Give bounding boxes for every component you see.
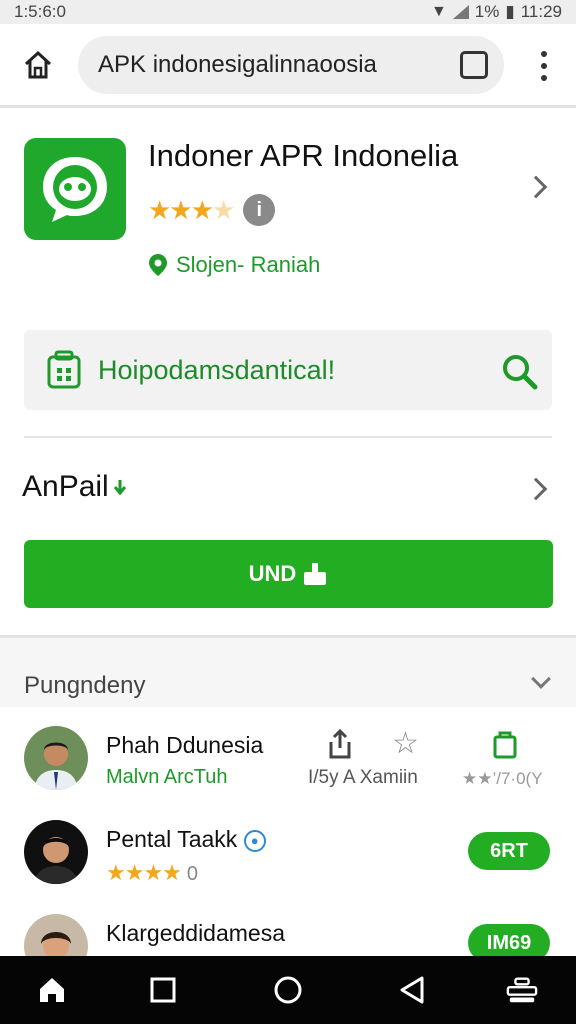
app-location: Slojen- Raniah: [148, 252, 320, 278]
status-icons: ▼ 1% ▮ 11:29: [431, 2, 562, 22]
install-button[interactable]: UND: [24, 540, 553, 608]
nav-recents-button[interactable]: [147, 974, 179, 1006]
bag-icon[interactable]: [492, 728, 518, 760]
menu-dot: [541, 63, 547, 69]
browser-toolbar: APK indonesigalinnaoosia: [0, 24, 576, 108]
status-bar: 1:5:6:0 ▼ 1% ▮ 11:29: [0, 0, 576, 24]
search-icon[interactable]: [500, 352, 538, 390]
url-text: APK indonesigalinnaoosia: [98, 51, 377, 78]
item-star-glyphs: ★★★★: [106, 860, 182, 885]
person-avatar-icon: [24, 820, 88, 884]
menu-dot: [541, 51, 547, 57]
related-title: Pungndeny: [24, 672, 146, 699]
star-outline-icon[interactable]: ☆: [392, 726, 419, 761]
signal-icon: [452, 5, 469, 19]
menu-dot: [541, 75, 547, 81]
keyboard-icon: [506, 977, 538, 1003]
home-icon: [24, 50, 52, 78]
item-name: Pental Taakk ●: [106, 826, 266, 853]
home-button[interactable]: [20, 47, 56, 83]
section-chevron-right-icon[interactable]: [524, 477, 548, 501]
battery-text: 1%: [474, 2, 500, 21]
search-text: Hoipodamsdantical!: [98, 354, 336, 385]
item-name-text: Pental Taakk: [106, 826, 238, 852]
item-stars: ★★★★ 0: [106, 860, 198, 886]
app-rating: ★★★★ i: [148, 194, 276, 226]
circle-icon: [274, 976, 302, 1004]
app-title: Indoner APR Indonelia: [148, 138, 459, 173]
overflow-menu-button[interactable]: [536, 48, 552, 84]
item-rating-count: 0: [186, 863, 198, 885]
calendar-icon: [47, 350, 81, 389]
chat-bubble-icon: [43, 157, 107, 222]
nav-home-button[interactable]: [36, 974, 68, 1006]
battery-icon: ▮: [505, 2, 515, 21]
back-triangle-icon: [400, 976, 424, 1004]
share-icon[interactable]: [326, 728, 354, 760]
person-avatar-icon: [24, 726, 88, 790]
nav-circle-button[interactable]: [272, 974, 304, 1006]
verified-icon: ●: [243, 829, 266, 852]
app-store-screen: 1:5:6:0 ▼ 1% ▮ 11:29 APK indonesigalinna…: [0, 0, 576, 1024]
item-subtitle: Malvn ArcTuh: [106, 766, 228, 788]
item-name: Klargeddidamesa: [106, 920, 286, 946]
item-action-label: I/5y A Xamiin: [308, 767, 418, 788]
star-rating: ★★★★: [148, 194, 235, 225]
install-label: UND: [248, 561, 297, 586]
status-time-left: 1:5:6:0: [14, 2, 66, 21]
upload-icon: [304, 563, 327, 585]
location-pin-icon: [149, 254, 167, 276]
section-title: AnPail: [22, 470, 109, 503]
location-text: Slojen- Raniah: [176, 252, 321, 277]
square-icon: [150, 977, 176, 1003]
nav-back-button[interactable]: [396, 974, 428, 1006]
search-box[interactable]: Hoipodamsdantical!: [24, 330, 552, 410]
url-field[interactable]: APK indonesigalinnaoosia: [78, 36, 504, 94]
app-icon[interactable]: [24, 138, 126, 240]
nav-keyboard-button[interactable]: [506, 974, 538, 1006]
avatar: [24, 820, 88, 884]
app-chevron-right-icon[interactable]: [524, 175, 548, 199]
list-item[interactable]: Phah Ddunesia Malvn ArcTuh ☆ I/5y A Xami…: [0, 712, 576, 812]
home-icon: [40, 978, 64, 1002]
item-rating-label: ★★’/7·0(Y: [462, 769, 543, 788]
item-name: Phah Ddunesia: [106, 732, 264, 758]
system-nav-bar: [0, 956, 576, 1024]
item-action-button[interactable]: 6RT: [468, 832, 550, 870]
info-icon[interactable]: i: [243, 194, 276, 226]
related-section-header[interactable]: Pungndeny: [0, 635, 576, 707]
chevron-down-icon[interactable]: [531, 669, 551, 689]
wifi-icon: ▼: [430, 3, 447, 20]
avatar: [24, 726, 88, 790]
divider: [24, 436, 552, 438]
section-row[interactable]: AnPail: [22, 470, 127, 504]
list-item[interactable]: Pental Taakk ● ★★★★ 0 6RT: [0, 812, 576, 912]
tabs-button[interactable]: [460, 51, 488, 79]
download-arrow-icon: [113, 480, 126, 496]
status-time-right: 11:29: [520, 2, 562, 21]
